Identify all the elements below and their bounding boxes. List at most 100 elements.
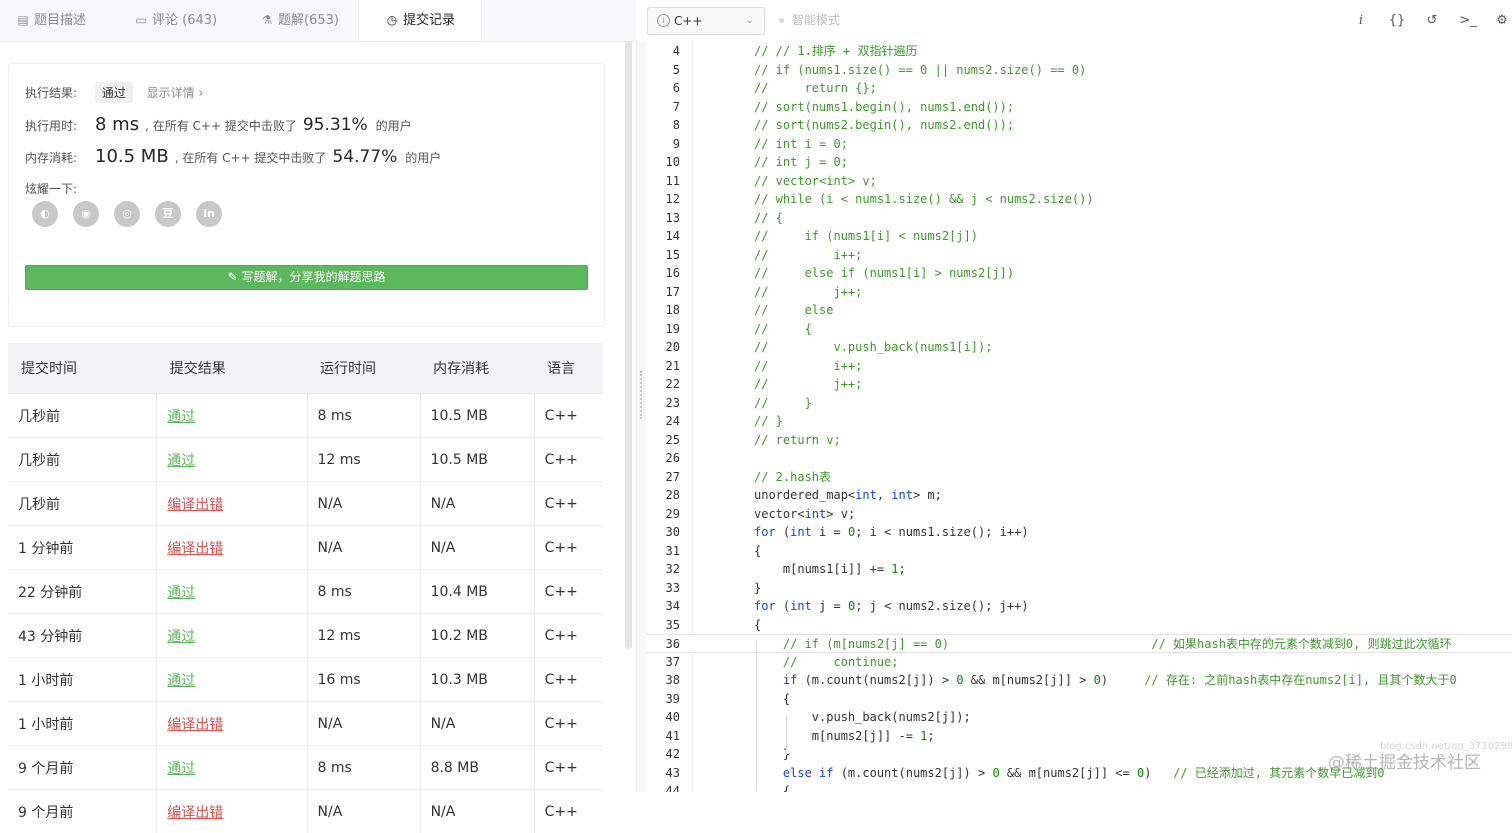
result-link[interactable]: 编译出错 <box>167 805 223 821</box>
result-link[interactable]: 通过 <box>167 761 195 777</box>
cell-time: 1 分钟前 <box>8 526 157 570</box>
line-number: 19 <box>646 320 680 339</box>
cell-time: 1 小时前 <box>8 658 157 702</box>
line-number: 24 <box>646 412 680 431</box>
result-link[interactable]: 编译出错 <box>167 717 223 733</box>
line-number: 40 <box>646 708 680 727</box>
tab-file[interactable]: ▤题目描述 <box>16 0 86 41</box>
smart-mode-dot-icon <box>779 18 784 23</box>
tab-clock[interactable]: ◷提交记录 <box>358 0 482 41</box>
info-icon[interactable]: i <box>1350 10 1372 32</box>
code-text: // int i = 0; <box>754 135 848 154</box>
code-editor[interactable]: 4// // 1.排序 + 双指针遍历5// if (nums1.size() … <box>646 41 1512 792</box>
chevron-down-icon: ⌄ <box>746 8 754 34</box>
line-number: 21 <box>646 357 680 376</box>
show-details-link[interactable]: 显示详情 › <box>147 86 204 100</box>
line-number: 23 <box>646 394 680 413</box>
column-header[interactable]: 提交时间 <box>8 343 157 394</box>
code-line: 29 vector<int> v; <box>646 505 1512 524</box>
indent-guide <box>756 641 757 791</box>
language-select[interactable]: i C++ ⌄ <box>647 7 765 35</box>
memory-percentile: 54.77% <box>332 147 397 167</box>
write-solution-button[interactable]: ✎ 写题解，分享我的解题思路 <box>25 265 588 290</box>
result-link[interactable]: 通过 <box>167 673 195 689</box>
code-line: 34for (int j = 0; j < nums2.size(); j++) <box>646 597 1512 616</box>
line-number: 33 <box>646 579 680 598</box>
code-text: vector<int> v; <box>754 505 855 524</box>
result-link[interactable]: 通过 <box>167 409 195 425</box>
tab-comment[interactable]: ▭评论 (643) <box>134 0 217 41</box>
code-text: // // 1.排序 + 双指针遍历 <box>754 42 917 61</box>
line-number: 12 <box>646 190 680 209</box>
cell-memory: 10.5 MB <box>420 394 534 438</box>
weibo-icon[interactable]: ◉ <box>73 201 99 227</box>
code-line: 27// 2.hash表 <box>646 468 1512 487</box>
cell-time: 9 个月前 <box>8 790 157 833</box>
left-panel-scrollbar[interactable] <box>625 41 632 649</box>
cell-result: 编译出错 <box>157 482 307 526</box>
code-line: 23// } <box>646 394 1512 413</box>
reset-icon[interactable]: ↺ <box>1421 10 1443 32</box>
code-text: } <box>754 579 761 598</box>
result-link[interactable]: 通过 <box>167 585 195 601</box>
settings-icon[interactable]: ⚙ <box>1491 10 1512 32</box>
code-text: m[nums1[i]] += 1; <box>754 560 906 579</box>
console-icon[interactable]: >_ <box>1457 10 1479 32</box>
qq-icon[interactable]: ◎ <box>114 201 140 227</box>
code-line: 9// int i = 0; <box>646 135 1512 154</box>
cell-lang: C++ <box>534 482 603 526</box>
smart-mode-toggle[interactable]: 智能模式 <box>779 0 840 41</box>
write-solution-label: 写题解，分享我的解题思路 <box>241 270 385 284</box>
code-line: 24// } <box>646 412 1512 431</box>
memory-value: 10.5 MB <box>95 146 169 167</box>
tab-label: 提交记录 <box>403 13 455 28</box>
code-line: 39 { <box>646 690 1512 709</box>
result-link[interactable]: 通过 <box>167 629 195 645</box>
code-text: // return v; <box>754 431 841 450</box>
cell-lang: C++ <box>534 746 603 790</box>
cell-memory: N/A <box>420 702 534 746</box>
cell-lang: C++ <box>534 614 603 658</box>
tab-flask[interactable]: ⚗ 题解(653) <box>260 0 339 41</box>
cell-lang: C++ <box>534 570 603 614</box>
douban-icon[interactable]: 豆 <box>155 201 181 227</box>
cell-time: 几秒前 <box>8 438 157 482</box>
code-line: 44 { <box>646 782 1512 792</box>
code-text: // 2.hash表 <box>754 468 831 487</box>
result-link[interactable]: 通过 <box>167 453 195 469</box>
cell-runtime: N/A <box>307 790 420 833</box>
code-text: else if (m.count(nums2[j]) > 0 && m[nums… <box>754 764 1384 783</box>
code-line: 38 if (m.count(nums2[j]) > 0 && m[nums2[… <box>646 671 1512 690</box>
runtime-value: 8 ms <box>95 114 139 135</box>
cell-runtime: 12 ms <box>307 438 420 482</box>
line-number: 29 <box>646 505 680 524</box>
result-link[interactable]: 编译出错 <box>167 541 223 557</box>
column-header[interactable]: 内存消耗 <box>420 343 534 394</box>
cell-runtime: 12 ms <box>307 614 420 658</box>
flask-icon: ⚗ <box>260 0 274 41</box>
code-line: 8// sort(nums2.begin(), nums2.end()); <box>646 116 1512 135</box>
cell-result: 通过 <box>157 438 307 482</box>
line-number: 20 <box>646 338 680 357</box>
code-text: // if (nums1.size() == 0 || nums2.size()… <box>754 61 1086 80</box>
braces-icon[interactable]: {} <box>1386 10 1408 32</box>
table-row: 43 分钟前通过12 ms10.2 MBC++ <box>8 614 603 658</box>
result-card: 执行结果: 通过 显示详情 › 执行用时:8 ms, 在所有 C++ 提交中击败… <box>8 63 605 327</box>
cell-runtime: 16 ms <box>307 658 420 702</box>
exec-result-label: 执行结果: <box>25 84 91 101</box>
result-link[interactable]: 编译出错 <box>167 497 223 513</box>
table-row: 1 小时前编译出错N/AN/AC++ <box>8 702 603 746</box>
column-header[interactable]: 语言 <box>534 343 603 394</box>
line-number: 43 <box>646 764 680 783</box>
column-header[interactable]: 提交结果 <box>157 343 307 394</box>
cell-result: 编译出错 <box>157 790 307 833</box>
column-header[interactable]: 运行时间 <box>307 343 420 394</box>
code-text: if (m.count(nums2[j]) > 0 && m[nums2[j]]… <box>754 671 1457 690</box>
code-line: 18// else <box>646 301 1512 320</box>
tab-label: 题解(653) <box>278 13 339 28</box>
memory-suffix: 的用户 <box>405 151 441 165</box>
cell-runtime: 8 ms <box>307 746 420 790</box>
line-number: 17 <box>646 283 680 302</box>
wechat-icon[interactable]: ◐ <box>32 201 58 227</box>
linkedin-icon[interactable]: in <box>196 201 222 227</box>
